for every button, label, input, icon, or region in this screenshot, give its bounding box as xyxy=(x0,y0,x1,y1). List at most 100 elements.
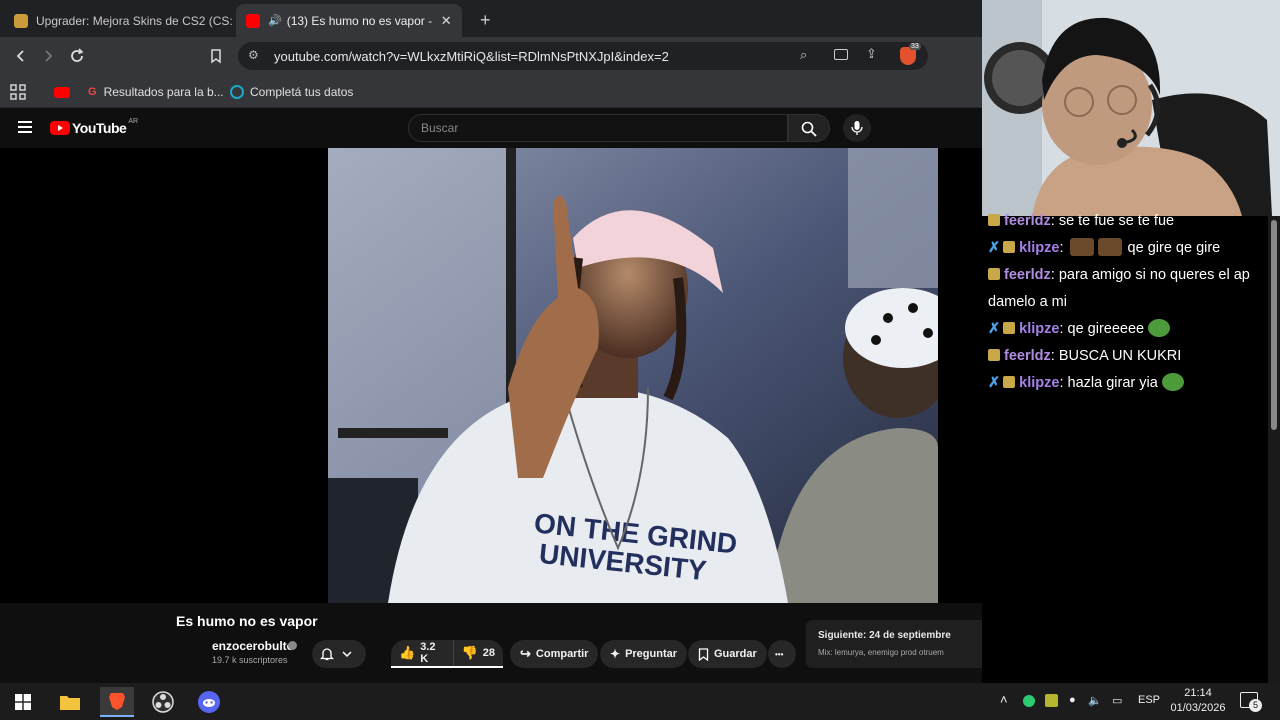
reload-icon[interactable] xyxy=(66,45,88,67)
chat-text: se te fue se te fue xyxy=(1058,213,1175,229)
channel-name[interactable]: enzocerobulto xyxy=(212,639,294,653)
youtube-favicon-icon xyxy=(246,13,260,28)
upgrader-favicon-icon xyxy=(14,13,28,28)
url-text: youtube.com/watch?v=WLkxzMtiRiQ&list=RDl… xyxy=(274,48,669,64)
search-input[interactable]: Buscar xyxy=(408,114,788,142)
start-button[interactable] xyxy=(8,687,38,717)
sparkle-icon: ✦ xyxy=(610,647,621,661)
chat-username[interactable]: klipze xyxy=(1019,240,1059,256)
site-settings-icon[interactable]: ⚙ xyxy=(248,48,259,62)
face-emote-icon xyxy=(1097,238,1122,256)
sub-badge-icon xyxy=(988,214,1000,226)
speaker-icon[interactable]: 🔊 xyxy=(268,14,282,27)
chat-message: ✗ klipze: qe gire qe gire xyxy=(988,238,1221,256)
notification-count: 5 xyxy=(1249,699,1262,712)
brave-lion-icon xyxy=(109,693,125,710)
bell-icon xyxy=(320,648,334,661)
webcam-overlay xyxy=(982,0,1280,216)
chat-username[interactable]: feerldz xyxy=(1004,267,1051,283)
chat-message: feerldz: para amigo si no queres el ap d… xyxy=(988,267,1250,310)
file-explorer-button[interactable] xyxy=(55,687,85,717)
like-button[interactable]: 👍 3.2 K xyxy=(391,640,454,666)
language-indicator[interactable]: ESP xyxy=(1138,694,1160,706)
volume-icon[interactable]: 🔈 xyxy=(1088,694,1102,707)
more-actions-button[interactable]: ••• xyxy=(768,640,796,668)
tab-youtube[interactable]: 🔊 (13) Es humo no es vapor - Yo ✕ xyxy=(236,4,462,37)
network-icon[interactable]: ▭ xyxy=(1112,694,1122,707)
notification-center-icon[interactable]: 5 xyxy=(1240,692,1262,712)
obs-taskbar-button[interactable] xyxy=(148,687,178,717)
cast-icon[interactable] xyxy=(834,49,848,60)
forward-icon[interactable] xyxy=(37,45,59,67)
dislike-button[interactable]: 👎 28 xyxy=(454,640,503,666)
youtube-play-logo-icon xyxy=(50,121,70,135)
bookmark-youtube[interactable] xyxy=(54,82,70,102)
sub-badge-icon xyxy=(1003,241,1016,253)
chat-text: qe gireeeee xyxy=(1067,321,1145,337)
bookmark-completa[interactable]: Completá tus datos xyxy=(230,82,353,102)
tray-expand-icon[interactable]: ˄ xyxy=(1000,692,1008,707)
chevron-down-icon xyxy=(342,651,352,658)
green-status-icon[interactable] xyxy=(1023,695,1035,707)
video-frame-image: ON THE GRIND UNIVERSITY xyxy=(328,148,938,603)
chat-username[interactable]: feerldz xyxy=(1004,348,1051,364)
chat-username[interactable]: klipze xyxy=(1019,321,1059,337)
g-bookmark-icon: G xyxy=(88,86,97,98)
address-bar[interactable]: ⚙ youtube.com/watch?v=WLkxzMtiRiQ&list=R… xyxy=(238,42,928,70)
brave-shield-icon[interactable]: 33 xyxy=(900,43,921,65)
back-icon[interactable] xyxy=(10,45,32,67)
chat-username[interactable]: klipze xyxy=(1019,375,1059,391)
share-arrow-icon: ↪ xyxy=(520,646,531,661)
zoom-icon[interactable]: ⌕ xyxy=(800,47,807,63)
microphone-tray-icon[interactable]: ● xyxy=(1069,694,1076,706)
chat-username[interactable]: feerldz xyxy=(1004,213,1051,229)
next-video-label: Siguiente: 24 de septiembre xyxy=(818,630,951,641)
youtube-logo[interactable]: YouTube AR xyxy=(50,118,138,136)
video-title: Es humo no es vapor xyxy=(176,613,318,629)
ask-button[interactable]: ✦ Preguntar xyxy=(600,640,688,668)
thumbs-up-icon: 👍 xyxy=(399,645,416,660)
sub-badge-icon xyxy=(1003,376,1016,388)
save-button[interactable]: Guardar xyxy=(688,640,767,668)
hamburger-menu-icon[interactable] xyxy=(18,121,32,133)
clock-time: 21:14 xyxy=(1184,687,1212,699)
share-button[interactable]: ↪ Compartir xyxy=(510,640,599,668)
folder-icon xyxy=(60,696,80,710)
video-player[interactable]: ON THE GRIND UNIVERSITY xyxy=(328,148,938,603)
save-label: Guardar xyxy=(714,648,757,660)
tab-upgrader[interactable]: Upgrader: Mejora Skins de CS2 (CS:G xyxy=(4,4,232,37)
brave-taskbar-button[interactable] xyxy=(100,687,134,717)
apps-grid-icon[interactable] xyxy=(10,82,26,102)
close-tab-icon[interactable]: ✕ xyxy=(441,13,452,29)
share-page-icon[interactable]: ⇪ xyxy=(866,46,877,62)
moderator-sword-icon: ✗ xyxy=(988,321,1001,337)
bookmark-resultados[interactable]: G Resultados para la b... xyxy=(88,82,224,102)
chat-message: feerldz: se te fue se te fue xyxy=(988,208,1262,235)
voice-search-button[interactable] xyxy=(843,114,871,142)
search-button[interactable] xyxy=(788,114,830,142)
page-scrollbar[interactable] xyxy=(1268,216,1280,683)
share-label: Compartir xyxy=(535,648,589,660)
extension-badge: 33 xyxy=(909,43,921,50)
youtube-header: YouTube AR Buscar xyxy=(0,108,982,148)
windows-taskbar: ˄ ● 🔈 ▭ ESP 21:14 01/03/2026 5 xyxy=(0,683,1280,720)
frog-emote-icon xyxy=(1161,373,1184,391)
clock[interactable]: 21:14 01/03/2026 xyxy=(1168,686,1228,716)
sub-badge-icon xyxy=(1003,322,1016,334)
youtube-bookmark-icon xyxy=(54,86,70,98)
windows-logo-icon xyxy=(15,694,31,710)
scrollbar-thumb[interactable] xyxy=(1271,220,1277,430)
new-tab-button[interactable]: + xyxy=(470,4,496,37)
tray-app-icon[interactable] xyxy=(1045,694,1058,707)
discord-icon xyxy=(198,691,220,713)
frog-emote-icon xyxy=(1148,319,1171,337)
stream-chat: feerldz: se te fue se te fue ✗ klipze: qe… xyxy=(982,213,1268,683)
sub-badge-icon xyxy=(988,349,1000,361)
tab-label: (13) Es humo no es vapor - Yo xyxy=(286,13,435,28)
chat-message: feerldz: BUSCA UN KUKRI xyxy=(988,343,1262,370)
bookmark-page-icon[interactable] xyxy=(205,45,227,67)
chat-message: ✗ klipze: hazla girar yia xyxy=(988,370,1262,397)
subscriber-count: 19.7 k suscriptores xyxy=(212,655,288,665)
notifications-button[interactable] xyxy=(312,640,366,668)
discord-taskbar-button[interactable] xyxy=(194,687,224,717)
